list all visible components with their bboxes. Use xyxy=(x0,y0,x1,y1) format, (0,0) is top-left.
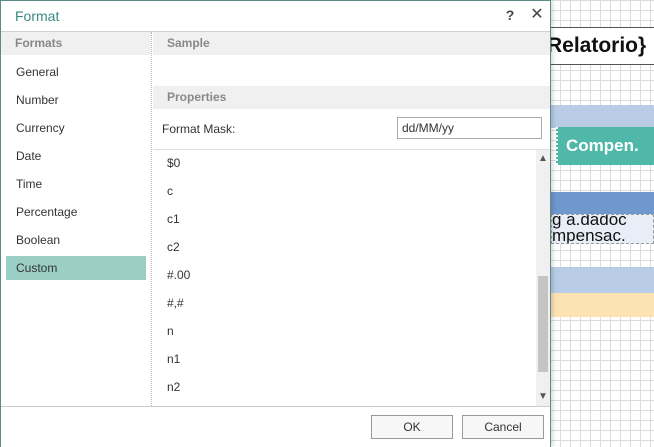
format-dialog: Format ? ✕ Formats General Number Curren… xyxy=(0,0,551,447)
sample-header: Sample xyxy=(153,32,550,55)
report-band-header[interactable] xyxy=(551,105,654,128)
report-title-textbox[interactable]: Relatorio} xyxy=(540,27,654,65)
mask-list-scrollbar[interactable]: ▲ ▼ xyxy=(536,150,550,406)
format-item-custom[interactable]: Custom xyxy=(6,256,146,280)
formats-header: Formats xyxy=(1,32,151,55)
help-icon[interactable]: ? xyxy=(501,6,519,24)
format-details-pane: Sample Properties Format Mask: $0 c c1 c… xyxy=(153,32,550,406)
ok-button[interactable]: OK xyxy=(371,415,453,439)
scroll-thumb[interactable] xyxy=(538,276,548,372)
mask-option[interactable]: $0 xyxy=(167,153,180,173)
report-band-footer[interactable] xyxy=(551,267,654,293)
mask-option[interactable]: c1 xyxy=(167,209,180,229)
mask-option[interactable]: #,# xyxy=(167,293,184,313)
format-item-date[interactable]: Date xyxy=(6,144,146,168)
format-mask-list: $0 c c1 c2 #.00 #,# n n1 n2 ▲ ▼ xyxy=(153,149,550,407)
detail-field-textbox[interactable]: g a.dadoc mpensac. xyxy=(551,214,654,244)
mask-option[interactable]: n2 xyxy=(167,377,180,397)
format-item-currency[interactable]: Currency xyxy=(6,116,146,140)
report-band-group[interactable] xyxy=(551,192,654,214)
scroll-down-icon[interactable]: ▼ xyxy=(536,390,550,404)
mask-option[interactable]: n1 xyxy=(167,349,180,369)
dialog-title: Format xyxy=(15,8,60,24)
format-item-general[interactable]: General xyxy=(6,60,146,84)
dialog-titlebar[interactable]: Format ? ✕ xyxy=(1,1,550,32)
format-mask-input[interactable] xyxy=(397,117,542,139)
format-item-number[interactable]: Number xyxy=(6,88,146,112)
format-mask-label: Format Mask: xyxy=(162,122,236,136)
mask-option[interactable]: n xyxy=(167,321,174,341)
properties-header: Properties xyxy=(153,86,550,109)
detail-field-line2: mpensac. xyxy=(552,226,626,244)
format-item-boolean[interactable]: Boolean xyxy=(6,228,146,252)
mask-option[interactable]: c xyxy=(167,181,173,201)
cancel-button[interactable]: Cancel xyxy=(462,415,544,439)
scroll-up-icon[interactable]: ▲ xyxy=(536,152,550,166)
format-item-time[interactable]: Time xyxy=(6,172,146,196)
dialog-footer: OK Cancel xyxy=(1,406,550,447)
mask-option[interactable]: c2 xyxy=(167,237,180,257)
format-item-percentage[interactable]: Percentage xyxy=(6,200,146,224)
report-band-summary[interactable] xyxy=(551,293,654,317)
column-header-compen[interactable]: Compen. xyxy=(556,127,654,165)
mask-option[interactable]: #.00 xyxy=(167,265,190,285)
formats-pane: Formats General Number Currency Date Tim… xyxy=(1,32,152,406)
close-icon[interactable]: ✕ xyxy=(528,6,546,24)
